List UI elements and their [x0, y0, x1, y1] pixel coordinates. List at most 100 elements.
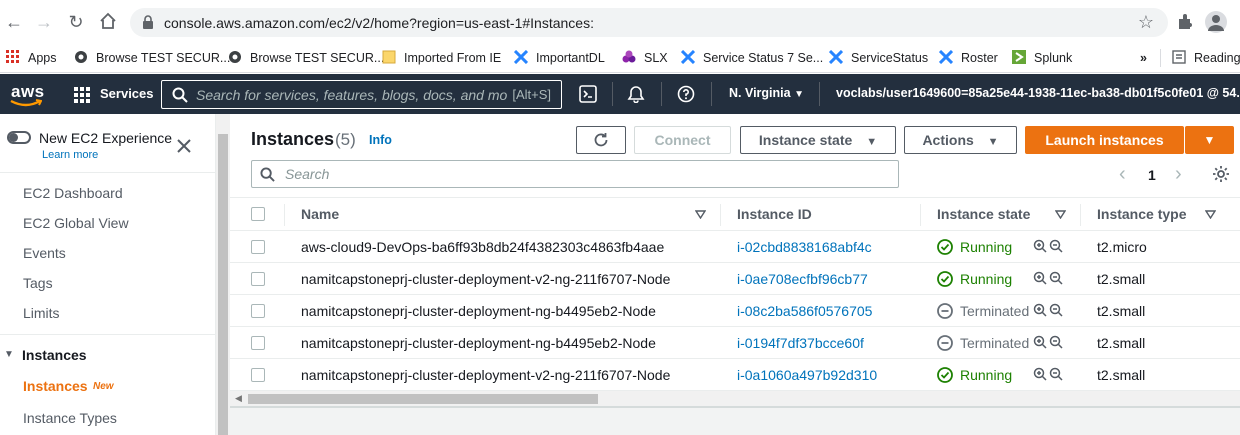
- region-selector[interactable]: N. Virginia ▼: [729, 86, 804, 100]
- bookmark-importantdl[interactable]: ImportantDL: [514, 49, 605, 67]
- info-link[interactable]: Info: [369, 133, 392, 147]
- connect-button[interactable]: Connect: [634, 126, 731, 154]
- row-checkbox[interactable]: [251, 336, 265, 350]
- table-row[interactable]: namitcapstoneprj-cluster-deployment-ng-b…: [230, 326, 1240, 358]
- cloudshell-icon[interactable]: [579, 85, 597, 103]
- zoom-in-icon[interactable]: [1033, 239, 1047, 253]
- forward-icon[interactable]: →: [34, 12, 54, 32]
- table-row[interactable]: aws-cloud9-DevOps-ba6ff93b8db24f4382303c…: [230, 230, 1240, 262]
- zoom-out-icon[interactable]: [1049, 335, 1063, 349]
- select-all-checkbox[interactable]: [251, 207, 265, 221]
- bookmark-service-status-7[interactable]: Service Status 7 Se...: [681, 49, 823, 67]
- actions-label: Actions: [922, 132, 974, 148]
- filter-caret-icon[interactable]: [695, 210, 706, 219]
- close-icon[interactable]: [177, 139, 191, 153]
- instance-id-link[interactable]: i-08c2ba586f0576705: [737, 303, 872, 319]
- bookmark-label: ImportantDL: [536, 51, 605, 65]
- table-row[interactable]: namitcapstoneprj-cluster-deployment-v2-n…: [230, 262, 1240, 294]
- column-separator: [720, 204, 721, 226]
- column-header-name[interactable]: Name: [301, 206, 339, 222]
- home-icon[interactable]: [98, 12, 118, 32]
- table-row[interactable]: namitcapstoneprj-cluster-deployment-v2-n…: [230, 358, 1240, 390]
- sidebar-item-limits[interactable]: Limits: [23, 305, 60, 321]
- bookmark-browse-test-2[interactable]: Browse TEST SECUR...: [228, 49, 384, 67]
- zoom-in-icon[interactable]: [1033, 271, 1047, 285]
- scroll-left-arrow-icon[interactable]: ◀: [235, 393, 242, 404]
- horizontal-scrollbar-thumb[interactable]: [248, 394, 598, 404]
- sidebar-item-ec2-dashboard[interactable]: EC2 Dashboard: [23, 185, 123, 201]
- header-divider: [711, 82, 712, 106]
- zoom-in-icon[interactable]: [1033, 367, 1047, 381]
- row-checkbox[interactable]: [251, 368, 265, 382]
- table-horizontal-scrollbar[interactable]: ◀: [230, 390, 1240, 406]
- filter-caret-icon[interactable]: [1055, 210, 1066, 219]
- account-menu[interactable]: voclabs/user1649600=85a25e44-1938-11ec-b…: [836, 86, 1240, 100]
- filter-caret-icon[interactable]: [1205, 210, 1216, 219]
- next-page-chevron-icon[interactable]: ›: [1175, 163, 1182, 186]
- aws-search-input[interactable]: Search for services, features, blogs, do…: [161, 80, 562, 109]
- instance-id-link[interactable]: i-02cbd8838168abf4c: [737, 239, 872, 255]
- bookmark-star-icon[interactable]: ☆: [1138, 12, 1154, 33]
- prev-page-chevron-icon[interactable]: ‹: [1119, 163, 1126, 186]
- zoom-out-icon[interactable]: [1049, 271, 1063, 285]
- sidebar-section-instances[interactable]: Instances: [22, 347, 87, 363]
- instance-id-link[interactable]: i-0a1060a497b92d310: [737, 367, 877, 383]
- settings-gear-icon[interactable]: [1212, 165, 1230, 183]
- instance-id-link[interactable]: i-0ae708ecfbf96cb77: [737, 271, 868, 287]
- page-number[interactable]: 1: [1148, 167, 1156, 183]
- help-icon[interactable]: [677, 85, 695, 103]
- column-header-instance-id[interactable]: Instance ID: [737, 206, 812, 222]
- actions-dropdown[interactable]: Actions ▼: [904, 126, 1017, 154]
- bookmark-slx[interactable]: SLX: [622, 49, 668, 67]
- sidebar-item-ec2-global-view[interactable]: EC2 Global View: [23, 215, 129, 231]
- row-checkbox[interactable]: [251, 304, 265, 318]
- refresh-button[interactable]: [576, 126, 626, 154]
- instance-state-dropdown[interactable]: Instance state ▼: [740, 126, 896, 154]
- bookmark-imported-from-ie[interactable]: Imported From IE: [382, 49, 501, 67]
- bookmarks-overflow-chevron-icon[interactable]: »: [1140, 49, 1147, 67]
- sidebar-item-instances[interactable]: Instances: [23, 378, 88, 394]
- sidebar-item-tags[interactable]: Tags: [23, 275, 53, 291]
- back-icon[interactable]: ←: [4, 12, 24, 32]
- sidebar-item-instance-types[interactable]: Instance Types: [23, 410, 117, 426]
- section-caret-down-icon[interactable]: ▼: [4, 349, 14, 360]
- running-check-icon: [937, 239, 953, 255]
- instance-id-link[interactable]: i-0194f7df37bcce60f: [737, 335, 864, 351]
- zoom-in-icon[interactable]: [1033, 303, 1047, 317]
- bookmark-browse-test-1[interactable]: Browse TEST SECUR...: [74, 49, 230, 67]
- zoom-out-icon[interactable]: [1049, 367, 1063, 381]
- extensions-icon[interactable]: [1176, 13, 1194, 31]
- services-grid-icon[interactable]: [74, 87, 90, 103]
- search-icon: [172, 87, 188, 103]
- column-header-instance-type[interactable]: Instance type: [1097, 206, 1186, 222]
- row-checkbox[interactable]: [251, 240, 265, 254]
- launch-dropdown-caret-icon[interactable]: ▼: [1185, 126, 1234, 154]
- profile-avatar-icon[interactable]: [1205, 11, 1227, 33]
- zoom-out-icon[interactable]: [1049, 303, 1063, 317]
- services-button[interactable]: Services: [100, 86, 154, 101]
- sidebar-scrollbar[interactable]: [216, 114, 230, 435]
- new-experience-toggle[interactable]: [7, 131, 31, 144]
- instances-search-input[interactable]: Search: [251, 160, 899, 188]
- bookmark-splunk[interactable]: Splunk: [1012, 49, 1072, 67]
- search-placeholder: Search for services, features, blogs, do…: [196, 87, 508, 103]
- split-panel-divider[interactable]: [230, 406, 1240, 408]
- bookmark-label: Browse TEST SECUR...: [250, 51, 385, 65]
- learn-more-link[interactable]: Learn more: [42, 149, 98, 161]
- reading-list[interactable]: Reading: [1172, 49, 1240, 67]
- table-row[interactable]: namitcapstoneprj-cluster-deployment-ng-b…: [230, 294, 1240, 326]
- notifications-bell-icon[interactable]: [627, 85, 645, 103]
- zoom-out-icon[interactable]: [1049, 239, 1063, 253]
- sidebar-scrollbar-thumb[interactable]: [218, 134, 228, 435]
- bookmark-servicestatus[interactable]: ServiceStatus: [829, 49, 928, 67]
- address-bar[interactable]: console.aws.amazon.com/ec2/v2/home?regio…: [130, 8, 1168, 37]
- row-checkbox[interactable]: [251, 272, 265, 286]
- bookmark-roster[interactable]: Roster: [939, 49, 998, 67]
- reload-icon[interactable]: ↻: [66, 12, 86, 32]
- zoom-in-icon[interactable]: [1033, 335, 1047, 349]
- sidebar-item-events[interactable]: Events: [23, 245, 66, 261]
- column-header-instance-state[interactable]: Instance state: [937, 206, 1030, 222]
- launch-instances-button[interactable]: Launch instances: [1025, 126, 1184, 154]
- aws-logo[interactable]: aws: [8, 80, 44, 108]
- bookmark-apps[interactable]: Apps: [6, 49, 57, 67]
